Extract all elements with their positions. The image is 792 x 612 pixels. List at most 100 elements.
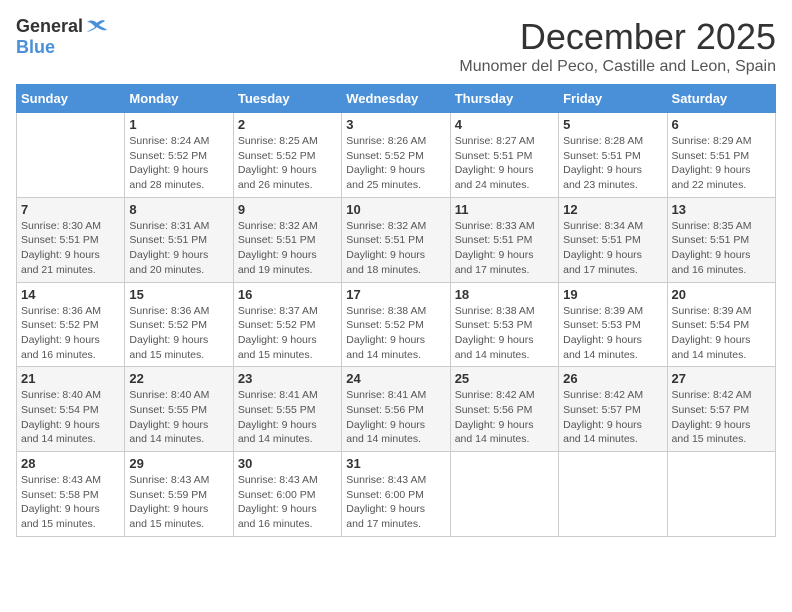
calendar-cell: 9 Sunrise: 8:32 AM Sunset: 5:51 PM Daylig… — [233, 197, 341, 282]
header-thursday: Thursday — [450, 85, 558, 113]
calendar-week-3: 14 Sunrise: 8:36 AM Sunset: 5:52 PM Dayli… — [17, 282, 776, 367]
header-tuesday: Tuesday — [233, 85, 341, 113]
day-info: Sunrise: 8:32 AM Sunset: 5:51 PM Dayligh… — [238, 219, 337, 278]
day-info: Sunrise: 8:35 AM Sunset: 5:51 PM Dayligh… — [672, 219, 771, 278]
day-number: 29 — [129, 456, 228, 471]
day-number: 4 — [455, 117, 554, 132]
header-sunday: Sunday — [17, 85, 125, 113]
logo: General Blue — [16, 16, 109, 58]
day-number: 16 — [238, 287, 337, 302]
day-number: 23 — [238, 371, 337, 386]
day-info: Sunrise: 8:38 AM Sunset: 5:52 PM Dayligh… — [346, 304, 445, 363]
calendar-cell: 10 Sunrise: 8:32 AM Sunset: 5:51 PM Dayli… — [342, 197, 450, 282]
day-info: Sunrise: 8:36 AM Sunset: 5:52 PM Dayligh… — [129, 304, 228, 363]
calendar-cell: 25 Sunrise: 8:42 AM Sunset: 5:56 PM Dayli… — [450, 367, 558, 452]
day-info: Sunrise: 8:42 AM Sunset: 5:57 PM Dayligh… — [563, 388, 662, 447]
day-number: 31 — [346, 456, 445, 471]
day-number: 19 — [563, 287, 662, 302]
header-friday: Friday — [559, 85, 667, 113]
day-info: Sunrise: 8:43 AM Sunset: 5:58 PM Dayligh… — [21, 473, 120, 532]
logo-blue-text: Blue — [16, 37, 55, 57]
day-info: Sunrise: 8:29 AM Sunset: 5:51 PM Dayligh… — [672, 134, 771, 193]
day-info: Sunrise: 8:36 AM Sunset: 5:52 PM Dayligh… — [21, 304, 120, 363]
day-info: Sunrise: 8:40 AM Sunset: 5:55 PM Dayligh… — [129, 388, 228, 447]
day-info: Sunrise: 8:42 AM Sunset: 5:57 PM Dayligh… — [672, 388, 771, 447]
calendar-cell: 5 Sunrise: 8:28 AM Sunset: 5:51 PM Daylig… — [559, 113, 667, 198]
day-number: 12 — [563, 202, 662, 217]
day-info: Sunrise: 8:33 AM Sunset: 5:51 PM Dayligh… — [455, 219, 554, 278]
day-info: Sunrise: 8:34 AM Sunset: 5:51 PM Dayligh… — [563, 219, 662, 278]
day-number: 24 — [346, 371, 445, 386]
header: General Blue December 2025 Munomer del P… — [16, 16, 776, 76]
calendar-header-row: SundayMondayTuesdayWednesdayThursdayFrid… — [17, 85, 776, 113]
day-number: 26 — [563, 371, 662, 386]
day-info: Sunrise: 8:24 AM Sunset: 5:52 PM Dayligh… — [129, 134, 228, 193]
calendar-cell: 27 Sunrise: 8:42 AM Sunset: 5:57 PM Dayli… — [667, 367, 775, 452]
calendar-cell: 31 Sunrise: 8:43 AM Sunset: 6:00 PM Dayli… — [342, 452, 450, 537]
calendar-cell: 2Sunrise: 8:25 AM Sunset: 5:52 PM Daylig… — [233, 113, 341, 198]
calendar-table: SundayMondayTuesdayWednesdayThursdayFrid… — [16, 84, 776, 537]
calendar-cell: 13Sunrise: 8:35 AM Sunset: 5:51 PM Dayli… — [667, 197, 775, 282]
day-info: Sunrise: 8:43 AM Sunset: 6:00 PM Dayligh… — [238, 473, 337, 532]
day-info: Sunrise: 8:31 AM Sunset: 5:51 PM Dayligh… — [129, 219, 228, 278]
calendar-week-4: 21 Sunrise: 8:40 AM Sunset: 5:54 PM Dayli… — [17, 367, 776, 452]
calendar-cell — [450, 452, 558, 537]
calendar-cell — [667, 452, 775, 537]
day-info: Sunrise: 8:39 AM Sunset: 5:54 PM Dayligh… — [672, 304, 771, 363]
calendar-cell: 30 Sunrise: 8:43 AM Sunset: 6:00 PM Dayli… — [233, 452, 341, 537]
logo-general-text: General — [16, 16, 83, 37]
calendar-cell: 14 Sunrise: 8:36 AM Sunset: 5:52 PM Dayli… — [17, 282, 125, 367]
day-info: Sunrise: 8:37 AM Sunset: 5:52 PM Dayligh… — [238, 304, 337, 363]
calendar-cell: 19 Sunrise: 8:39 AM Sunset: 5:53 PM Dayli… — [559, 282, 667, 367]
day-number: 25 — [455, 371, 554, 386]
day-number: 10 — [346, 202, 445, 217]
calendar-cell: 28Sunrise: 8:43 AM Sunset: 5:58 PM Dayli… — [17, 452, 125, 537]
calendar-cell: 1 Sunrise: 8:24 AM Sunset: 5:52 PM Daylig… — [125, 113, 233, 198]
day-number: 21 — [21, 371, 120, 386]
day-number: 15 — [129, 287, 228, 302]
calendar-cell: 8Sunrise: 8:31 AM Sunset: 5:51 PM Daylig… — [125, 197, 233, 282]
day-number: 9 — [238, 202, 337, 217]
day-info: Sunrise: 8:30 AM Sunset: 5:51 PM Dayligh… — [21, 219, 120, 278]
calendar-cell — [17, 113, 125, 198]
calendar-cell: 16 Sunrise: 8:37 AM Sunset: 5:52 PM Dayli… — [233, 282, 341, 367]
day-number: 18 — [455, 287, 554, 302]
calendar-cell — [559, 452, 667, 537]
day-info: Sunrise: 8:42 AM Sunset: 5:56 PM Dayligh… — [455, 388, 554, 447]
day-number: 27 — [672, 371, 771, 386]
calendar-cell: 21 Sunrise: 8:40 AM Sunset: 5:54 PM Dayli… — [17, 367, 125, 452]
day-info: Sunrise: 8:39 AM Sunset: 5:53 PM Dayligh… — [563, 304, 662, 363]
calendar-cell: 26 Sunrise: 8:42 AM Sunset: 5:57 PM Dayli… — [559, 367, 667, 452]
day-number: 1 — [129, 117, 228, 132]
day-number: 14 — [21, 287, 120, 302]
day-number: 3 — [346, 117, 445, 132]
day-info: Sunrise: 8:32 AM Sunset: 5:51 PM Dayligh… — [346, 219, 445, 278]
day-number: 5 — [563, 117, 662, 132]
day-info: Sunrise: 8:25 AM Sunset: 5:52 PM Dayligh… — [238, 134, 337, 193]
calendar-week-1: 1 Sunrise: 8:24 AM Sunset: 5:52 PM Daylig… — [17, 113, 776, 198]
day-info: Sunrise: 8:26 AM Sunset: 5:52 PM Dayligh… — [346, 134, 445, 193]
calendar-cell: 18 Sunrise: 8:38 AM Sunset: 5:53 PM Dayli… — [450, 282, 558, 367]
day-info: Sunrise: 8:43 AM Sunset: 6:00 PM Dayligh… — [346, 473, 445, 532]
day-number: 17 — [346, 287, 445, 302]
location-subtitle: Munomer del Peco, Castille and Leon, Spa… — [459, 58, 776, 76]
calendar-cell: 20 Sunrise: 8:39 AM Sunset: 5:54 PM Dayli… — [667, 282, 775, 367]
day-info: Sunrise: 8:43 AM Sunset: 5:59 PM Dayligh… — [129, 473, 228, 532]
calendar-cell: 6 Sunrise: 8:29 AM Sunset: 5:51 PM Daylig… — [667, 113, 775, 198]
calendar-week-5: 28Sunrise: 8:43 AM Sunset: 5:58 PM Dayli… — [17, 452, 776, 537]
day-info: Sunrise: 8:38 AM Sunset: 5:53 PM Dayligh… — [455, 304, 554, 363]
title-area: December 2025 Munomer del Peco, Castille… — [459, 16, 776, 76]
month-title: December 2025 — [459, 16, 776, 58]
calendar-cell: 4 Sunrise: 8:27 AM Sunset: 5:51 PM Daylig… — [450, 113, 558, 198]
calendar-cell: 24Sunrise: 8:41 AM Sunset: 5:56 PM Dayli… — [342, 367, 450, 452]
header-monday: Monday — [125, 85, 233, 113]
day-info: Sunrise: 8:28 AM Sunset: 5:51 PM Dayligh… — [563, 134, 662, 193]
calendar-cell: 22Sunrise: 8:40 AM Sunset: 5:55 PM Dayli… — [125, 367, 233, 452]
header-wednesday: Wednesday — [342, 85, 450, 113]
day-number: 20 — [672, 287, 771, 302]
day-number: 6 — [672, 117, 771, 132]
day-number: 7 — [21, 202, 120, 217]
day-info: Sunrise: 8:27 AM Sunset: 5:51 PM Dayligh… — [455, 134, 554, 193]
day-info: Sunrise: 8:40 AM Sunset: 5:54 PM Dayligh… — [21, 388, 120, 447]
day-number: 30 — [238, 456, 337, 471]
